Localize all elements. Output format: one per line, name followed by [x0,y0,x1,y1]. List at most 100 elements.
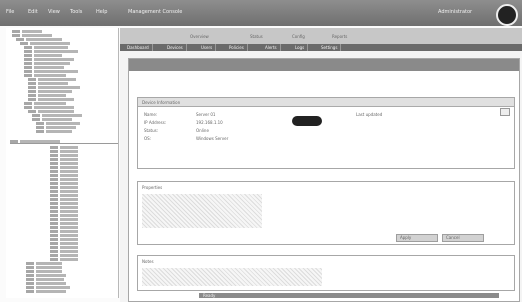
tree-node-label[interactable] [26,38,62,41]
tree-node-icon[interactable] [50,146,58,149]
menu-view[interactable]: View [48,9,60,15]
tree-node-label[interactable] [60,226,78,229]
tree-node-icon[interactable] [50,154,58,157]
tree-node-label[interactable] [38,110,74,113]
tree-node-label[interactable] [60,166,78,169]
tree-node-label[interactable] [60,150,78,153]
tree-node-icon[interactable] [50,250,58,253]
toolbar-tab-overview[interactable]: Overview [190,34,209,39]
tree-node-icon[interactable] [26,290,34,293]
tree-node-icon[interactable] [50,206,58,209]
tree-node-icon[interactable] [50,170,58,173]
tree-node-label[interactable] [60,238,78,241]
tree-node-icon[interactable] [24,54,32,57]
tree-node-icon[interactable] [16,38,24,41]
tab-policies[interactable]: Policies [226,44,248,51]
tree-node-label[interactable] [46,126,76,129]
tree-node-label[interactable] [60,194,78,197]
tree-node-label[interactable] [60,190,78,193]
tree-node-label[interactable] [60,146,78,149]
tree-node-label[interactable] [36,282,66,285]
tree-node-icon[interactable] [50,258,58,261]
tree-node-label[interactable] [60,206,78,209]
tree-node-label[interactable] [60,254,78,257]
tree-node-icon[interactable] [26,266,34,269]
tree-node-icon[interactable] [50,222,58,225]
tree-node-label[interactable] [60,258,78,261]
tree-node-label[interactable] [60,246,78,249]
tree-node-label[interactable] [60,170,78,173]
tab-alerts[interactable]: Alerts [262,44,281,51]
tree-node-icon[interactable] [28,82,36,85]
tab-settings[interactable]: Settings [318,44,342,51]
tree-node-label[interactable] [60,174,78,177]
tree-node-icon[interactable] [28,98,36,101]
tree-node-icon[interactable] [50,246,58,249]
tree-node-label[interactable] [34,58,74,61]
tree-node-icon[interactable] [50,210,58,213]
tree-node-icon[interactable] [50,198,58,201]
tree-node-icon[interactable] [26,262,34,265]
tree-node-icon[interactable] [28,90,36,93]
tree-node-icon[interactable] [50,202,58,205]
tree-node-icon[interactable] [26,274,34,277]
tree-node-label[interactable] [60,202,78,205]
tree-node-label[interactable] [30,42,70,45]
tree-node-label[interactable] [34,46,68,49]
tree-node-label[interactable] [46,130,72,133]
tree-node-label[interactable] [60,162,78,165]
tree-node-label[interactable] [34,106,74,109]
tree-node-icon[interactable] [50,234,58,237]
tree-node-label[interactable] [38,90,72,93]
tree-node-label[interactable] [36,286,70,289]
tree-node-label[interactable] [22,30,42,33]
tab-logs[interactable]: Logs [292,44,309,51]
tree-node-icon[interactable] [50,162,58,165]
tree-node-icon[interactable] [50,226,58,229]
tree-node-icon[interactable] [28,86,36,89]
tree-node-label[interactable] [34,54,62,57]
cancel-button[interactable]: Cancel [442,234,484,242]
tree-node-icon[interactable] [50,166,58,169]
tree-node-label[interactable] [22,34,52,37]
tree-node-icon[interactable] [50,238,58,241]
toolbar-tab-status[interactable]: Status [250,34,263,39]
tree-node-icon[interactable] [50,254,58,257]
tree-node-icon[interactable] [50,158,58,161]
tree-node-icon[interactable] [50,174,58,177]
tree-node-icon[interactable] [24,62,32,65]
tree-node-icon[interactable] [26,278,34,281]
tree-node-icon[interactable] [32,118,40,121]
tree-node-label[interactable] [36,266,62,269]
tree-node-label[interactable] [34,102,66,105]
tree-node-label[interactable] [60,210,78,213]
menu-tools[interactable]: Tools [70,9,82,15]
tree-node-label[interactable] [42,114,82,117]
toolbar-tab-config[interactable]: Config [292,34,305,39]
menu-edit[interactable]: Edit [28,9,38,15]
tree-node-label[interactable] [46,122,80,125]
tree-node-icon[interactable] [26,286,34,289]
tree-node-label[interactable] [60,154,78,157]
tree-node-label[interactable] [60,214,78,217]
tree-node-label[interactable] [60,218,78,221]
tree-node-icon[interactable] [50,230,58,233]
tree-node-icon[interactable] [50,150,58,153]
close-icon[interactable] [500,108,510,116]
apply-button[interactable]: Apply [396,234,438,242]
tree-node-icon[interactable] [24,66,32,69]
tree-node-label[interactable] [38,94,66,97]
tree-node-label[interactable] [36,290,66,293]
tab-users[interactable]: Users [198,44,217,51]
tree-node-label[interactable] [20,140,60,143]
tree-node-icon[interactable] [24,106,32,109]
tree-node-label[interactable] [38,86,80,89]
menu-help[interactable]: Help [96,9,107,15]
tree-node-icon[interactable] [36,122,44,125]
tree-node-icon[interactable] [28,94,36,97]
tree-node-icon[interactable] [28,110,36,113]
tree-node-label[interactable] [34,62,70,65]
tree-node-label[interactable] [36,278,64,281]
tree-node-label[interactable] [38,98,74,101]
tree-node-icon[interactable] [10,140,18,143]
